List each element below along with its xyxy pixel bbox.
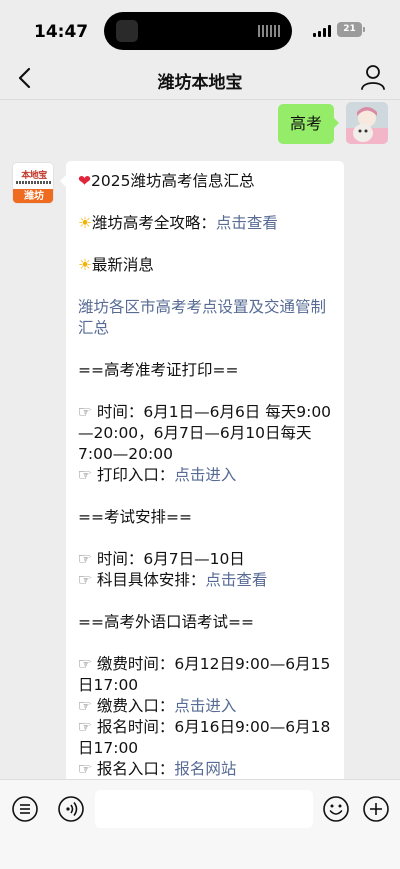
admit-card-title: ==高考准考证打印==: [78, 361, 239, 379]
fee-time-line: ☞ 缴费时间：6月12日9:00—6月15日17:00: [78, 655, 331, 694]
heart-icon: ❤: [78, 172, 91, 190]
logo-text: 本地宝: [21, 171, 47, 181]
message-content: ❤2025潍坊高考信息汇总 ☀潍坊高考全攻略：点击查看 ☀最新消息 潍坊各区市高…: [78, 171, 336, 780]
menu-list-icon[interactable]: [11, 795, 39, 823]
subject-link[interactable]: 点击查看: [205, 571, 267, 589]
oral-exam-title: ==高考外语口语考试==: [78, 613, 254, 631]
battery-tip: [363, 27, 365, 32]
message-heading: ❤2025潍坊高考信息汇总: [78, 172, 255, 190]
exam-sites-link[interactable]: 潍坊各区市高考考点设置及交通管制汇总: [78, 297, 336, 339]
camera-icon: [116, 20, 138, 42]
dynamic-island: [104, 12, 292, 50]
message-input[interactable]: [95, 790, 313, 828]
battery-icon: 21: [337, 22, 362, 37]
admit-time-line: ☞ 时间：6月1日—6月6日 每天9:00—20:00，6月7日—6月10日每天…: [78, 403, 332, 463]
schedule-time-line: ☞ 时间：6月7日—10日: [78, 550, 245, 568]
pointing-hand-icon: ☞: [78, 466, 92, 484]
fee-entry-link[interactable]: 点击进入: [174, 697, 236, 715]
bot-avatar[interactable]: 本地宝 潍坊: [12, 162, 54, 204]
print-entry-link[interactable]: 点击进入: [174, 466, 236, 484]
logo-city-label: 潍坊: [13, 189, 53, 203]
pointing-hand-icon: ☞: [78, 697, 92, 715]
pointing-hand-icon: ☞: [78, 403, 92, 421]
sun-icon: ☀: [78, 214, 92, 232]
user-avatar[interactable]: [346, 102, 388, 144]
voice-icon[interactable]: [57, 795, 85, 823]
fee-entry-line: ☞ 缴费入口：点击进入: [78, 697, 237, 715]
plus-icon[interactable]: [362, 795, 390, 823]
subject-line: ☞ 科目具体安排：点击查看: [78, 571, 268, 589]
status-time: 14:47: [34, 22, 89, 42]
emoji-icon[interactable]: [322, 795, 350, 823]
pointing-hand-icon: ☞: [78, 571, 92, 589]
received-message-bubble: ❤2025潍坊高考信息汇总 ☀潍坊高考全攻略：点击查看 ☀最新消息 潍坊各区市高…: [66, 161, 344, 801]
pointing-hand-icon: ☞: [78, 760, 92, 778]
sun-icon: ☀: [78, 256, 92, 274]
strategy-link[interactable]: 点击查看: [216, 214, 278, 232]
chat-input-bar: [0, 779, 400, 869]
navigation-bar: 潍坊本地宝: [0, 56, 400, 100]
audio-wave-icon: [258, 25, 280, 37]
print-entry-line: ☞ 打印入口：点击进入: [78, 466, 237, 484]
pointing-hand-icon: ☞: [78, 718, 92, 736]
reg-time-line: ☞ 报名时间：6月16日9:00—6月18日17:00: [78, 718, 331, 757]
strategy-line: ☀潍坊高考全攻略：点击查看: [78, 214, 278, 232]
schedule-title: ==考试安排==: [78, 508, 192, 526]
reg-entry-line: ☞ 报名入口：报名网站: [78, 760, 237, 778]
signal-icon: [313, 25, 331, 37]
status-bar: 14:47 21: [0, 0, 400, 56]
logo-top: 本地宝: [13, 163, 53, 189]
latest-news-line: ☀最新消息: [78, 256, 154, 274]
page-title: 潍坊本地宝: [157, 73, 243, 93]
pointing-hand-icon: ☞: [78, 550, 92, 568]
logo-subtitle: [16, 181, 52, 184]
pointing-hand-icon: ☞: [78, 655, 92, 673]
reg-entry-link[interactable]: 报名网站: [174, 760, 236, 778]
sent-bubble-tail: [333, 117, 339, 129]
person-icon[interactable]: [358, 62, 388, 92]
sent-message-bubble[interactable]: 高考: [278, 104, 334, 144]
